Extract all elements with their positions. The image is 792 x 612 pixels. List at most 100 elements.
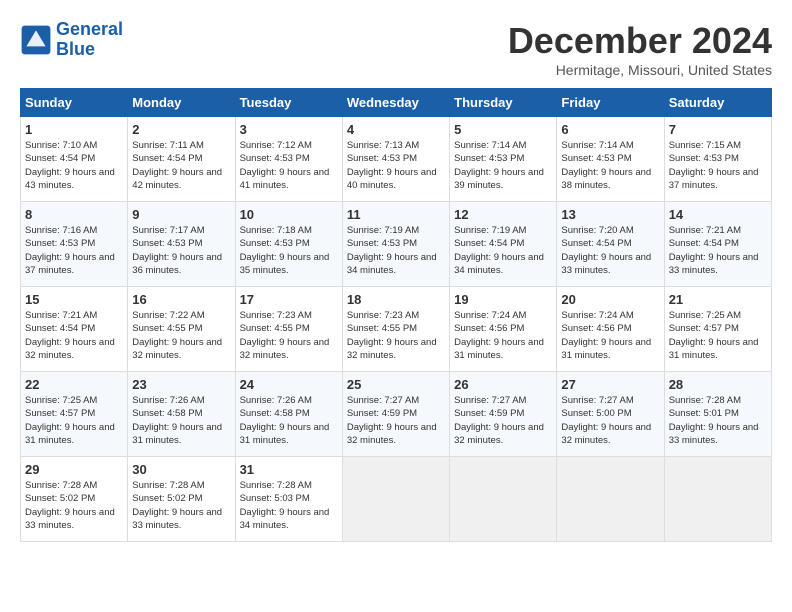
calendar-cell xyxy=(664,457,771,542)
calendar-cell: 6 Sunrise: 7:14 AMSunset: 4:53 PMDaylight… xyxy=(557,117,664,202)
day-info: Sunrise: 7:20 AMSunset: 4:54 PMDaylight:… xyxy=(561,224,659,277)
day-info: Sunrise: 7:24 AMSunset: 4:56 PMDaylight:… xyxy=(454,309,552,362)
calendar-header-saturday: Saturday xyxy=(664,89,771,117)
day-number: 10 xyxy=(240,207,338,222)
day-number: 31 xyxy=(240,462,338,477)
day-number: 14 xyxy=(669,207,767,222)
day-number: 6 xyxy=(561,122,659,137)
day-info: Sunrise: 7:21 AMSunset: 4:54 PMDaylight:… xyxy=(25,309,123,362)
day-info: Sunrise: 7:28 AMSunset: 5:02 PMDaylight:… xyxy=(25,479,123,532)
day-number: 24 xyxy=(240,377,338,392)
day-number: 27 xyxy=(561,377,659,392)
day-number: 15 xyxy=(25,292,123,307)
calendar-cell: 14 Sunrise: 7:21 AMSunset: 4:54 PMDayligh… xyxy=(664,202,771,287)
calendar-week-row: 29 Sunrise: 7:28 AMSunset: 5:02 PMDayligh… xyxy=(21,457,772,542)
month-title: December 2024 xyxy=(508,20,772,62)
calendar-cell: 5Sunrise: 7:14 AMSunset: 4:53 PMDaylight… xyxy=(450,117,557,202)
calendar-cell: 17Sunrise: 7:23 AMSunset: 4:55 PMDayligh… xyxy=(235,287,342,372)
day-number: 9 xyxy=(132,207,230,222)
day-info: Sunrise: 7:23 AMSunset: 4:55 PMDaylight:… xyxy=(240,309,338,362)
day-info: Sunrise: 7:16 AMSunset: 4:53 PMDaylight:… xyxy=(25,224,123,277)
day-number: 18 xyxy=(347,292,445,307)
day-info: Sunrise: 7:14 AMSunset: 4:53 PMDaylight:… xyxy=(454,139,552,192)
calendar-cell: 10 Sunrise: 7:18 AMSunset: 4:53 PMDayligh… xyxy=(235,202,342,287)
calendar-week-row: 22 Sunrise: 7:25 AMSunset: 4:57 PMDayligh… xyxy=(21,372,772,457)
calendar-week-row: 8 Sunrise: 7:16 AMSunset: 4:53 PMDaylight… xyxy=(21,202,772,287)
day-info: Sunrise: 7:24 AMSunset: 4:56 PMDaylight:… xyxy=(561,309,659,362)
day-info: Sunrise: 7:23 AMSunset: 4:55 PMDaylight:… xyxy=(347,309,445,362)
calendar-week-row: 15 Sunrise: 7:21 AMSunset: 4:54 PMDayligh… xyxy=(21,287,772,372)
calendar-header-monday: Monday xyxy=(128,89,235,117)
calendar-cell: 21 Sunrise: 7:25 AMSunset: 4:57 PMDayligh… xyxy=(664,287,771,372)
day-number: 8 xyxy=(25,207,123,222)
calendar-cell: 16 Sunrise: 7:22 AMSunset: 4:55 PMDayligh… xyxy=(128,287,235,372)
day-number: 1 xyxy=(25,122,123,137)
calendar-cell: 23Sunrise: 7:26 AMSunset: 4:58 PMDayligh… xyxy=(128,372,235,457)
calendar-cell: 22 Sunrise: 7:25 AMSunset: 4:57 PMDayligh… xyxy=(21,372,128,457)
calendar-cell: 1 Sunrise: 7:10 AMSunset: 4:54 PMDaylight… xyxy=(21,117,128,202)
day-number: 22 xyxy=(25,377,123,392)
calendar-cell: 12 Sunrise: 7:19 AMSunset: 4:54 PMDayligh… xyxy=(450,202,557,287)
calendar-cell: 25 Sunrise: 7:27 AMSunset: 4:59 PMDayligh… xyxy=(342,372,449,457)
day-info: Sunrise: 7:22 AMSunset: 4:55 PMDaylight:… xyxy=(132,309,230,362)
calendar-week-row: 1 Sunrise: 7:10 AMSunset: 4:54 PMDaylight… xyxy=(21,117,772,202)
day-info: Sunrise: 7:25 AMSunset: 4:57 PMDaylight:… xyxy=(669,309,767,362)
calendar-cell: 15 Sunrise: 7:21 AMSunset: 4:54 PMDayligh… xyxy=(21,287,128,372)
day-info: Sunrise: 7:25 AMSunset: 4:57 PMDaylight:… xyxy=(25,394,123,447)
day-info: Sunrise: 7:13 AMSunset: 4:53 PMDaylight:… xyxy=(347,139,445,192)
day-number: 25 xyxy=(347,377,445,392)
day-info: Sunrise: 7:28 AMSunset: 5:03 PMDaylight:… xyxy=(240,479,338,532)
calendar-cell: 29 Sunrise: 7:28 AMSunset: 5:02 PMDayligh… xyxy=(21,457,128,542)
calendar-cell: 26Sunrise: 7:27 AMSunset: 4:59 PMDayligh… xyxy=(450,372,557,457)
calendar-cell: 27 Sunrise: 7:27 AMSunset: 5:00 PMDayligh… xyxy=(557,372,664,457)
calendar-cell: 18 Sunrise: 7:23 AMSunset: 4:55 PMDayligh… xyxy=(342,287,449,372)
logo-icon xyxy=(20,24,52,56)
day-number: 11 xyxy=(347,207,445,222)
day-info: Sunrise: 7:21 AMSunset: 4:54 PMDaylight:… xyxy=(669,224,767,277)
calendar-cell: 3Sunrise: 7:12 AMSunset: 4:53 PMDaylight… xyxy=(235,117,342,202)
day-number: 7 xyxy=(669,122,767,137)
day-info: Sunrise: 7:11 AMSunset: 4:54 PMDaylight:… xyxy=(132,139,230,192)
day-info: Sunrise: 7:10 AMSunset: 4:54 PMDaylight:… xyxy=(25,139,123,192)
day-number: 3 xyxy=(240,122,338,137)
calendar-table: SundayMondayTuesdayWednesdayThursdayFrid… xyxy=(20,88,772,542)
day-number: 13 xyxy=(561,207,659,222)
calendar-cell: 31 Sunrise: 7:28 AMSunset: 5:03 PMDayligh… xyxy=(235,457,342,542)
calendar-header-friday: Friday xyxy=(557,89,664,117)
day-number: 23 xyxy=(132,377,230,392)
calendar-cell: 13 Sunrise: 7:20 AMSunset: 4:54 PMDayligh… xyxy=(557,202,664,287)
calendar-header-tuesday: Tuesday xyxy=(235,89,342,117)
calendar-cell: 19 Sunrise: 7:24 AMSunset: 4:56 PMDayligh… xyxy=(450,287,557,372)
day-number: 29 xyxy=(25,462,123,477)
day-number: 16 xyxy=(132,292,230,307)
day-number: 20 xyxy=(561,292,659,307)
day-info: Sunrise: 7:14 AMSunset: 4:53 PMDaylight:… xyxy=(561,139,659,192)
calendar-cell xyxy=(342,457,449,542)
calendar-cell: 9Sunrise: 7:17 AMSunset: 4:53 PMDaylight… xyxy=(128,202,235,287)
day-info: Sunrise: 7:27 AMSunset: 4:59 PMDaylight:… xyxy=(347,394,445,447)
day-number: 4 xyxy=(347,122,445,137)
day-info: Sunrise: 7:28 AMSunset: 5:01 PMDaylight:… xyxy=(669,394,767,447)
calendar-cell: 11Sunrise: 7:19 AMSunset: 4:53 PMDayligh… xyxy=(342,202,449,287)
day-info: Sunrise: 7:19 AMSunset: 4:54 PMDaylight:… xyxy=(454,224,552,277)
day-number: 26 xyxy=(454,377,552,392)
day-number: 12 xyxy=(454,207,552,222)
calendar-cell: 8 Sunrise: 7:16 AMSunset: 4:53 PMDaylight… xyxy=(21,202,128,287)
calendar-cell: 20 Sunrise: 7:24 AMSunset: 4:56 PMDayligh… xyxy=(557,287,664,372)
day-info: Sunrise: 7:15 AMSunset: 4:53 PMDaylight:… xyxy=(669,139,767,192)
day-info: Sunrise: 7:18 AMSunset: 4:53 PMDaylight:… xyxy=(240,224,338,277)
day-info: Sunrise: 7:27 AMSunset: 5:00 PMDaylight:… xyxy=(561,394,659,447)
title-section: December 2024 Hermitage, Missouri, Unite… xyxy=(508,20,772,78)
day-number: 2 xyxy=(132,122,230,137)
calendar-cell: 24 Sunrise: 7:26 AMSunset: 4:58 PMDayligh… xyxy=(235,372,342,457)
calendar-cell xyxy=(450,457,557,542)
calendar-cell xyxy=(557,457,664,542)
calendar-header-wednesday: Wednesday xyxy=(342,89,449,117)
day-number: 28 xyxy=(669,377,767,392)
day-number: 21 xyxy=(669,292,767,307)
day-info: Sunrise: 7:26 AMSunset: 4:58 PMDaylight:… xyxy=(240,394,338,447)
day-number: 19 xyxy=(454,292,552,307)
day-info: Sunrise: 7:28 AMSunset: 5:02 PMDaylight:… xyxy=(132,479,230,532)
day-number: 30 xyxy=(132,462,230,477)
location: Hermitage, Missouri, United States xyxy=(508,62,772,78)
